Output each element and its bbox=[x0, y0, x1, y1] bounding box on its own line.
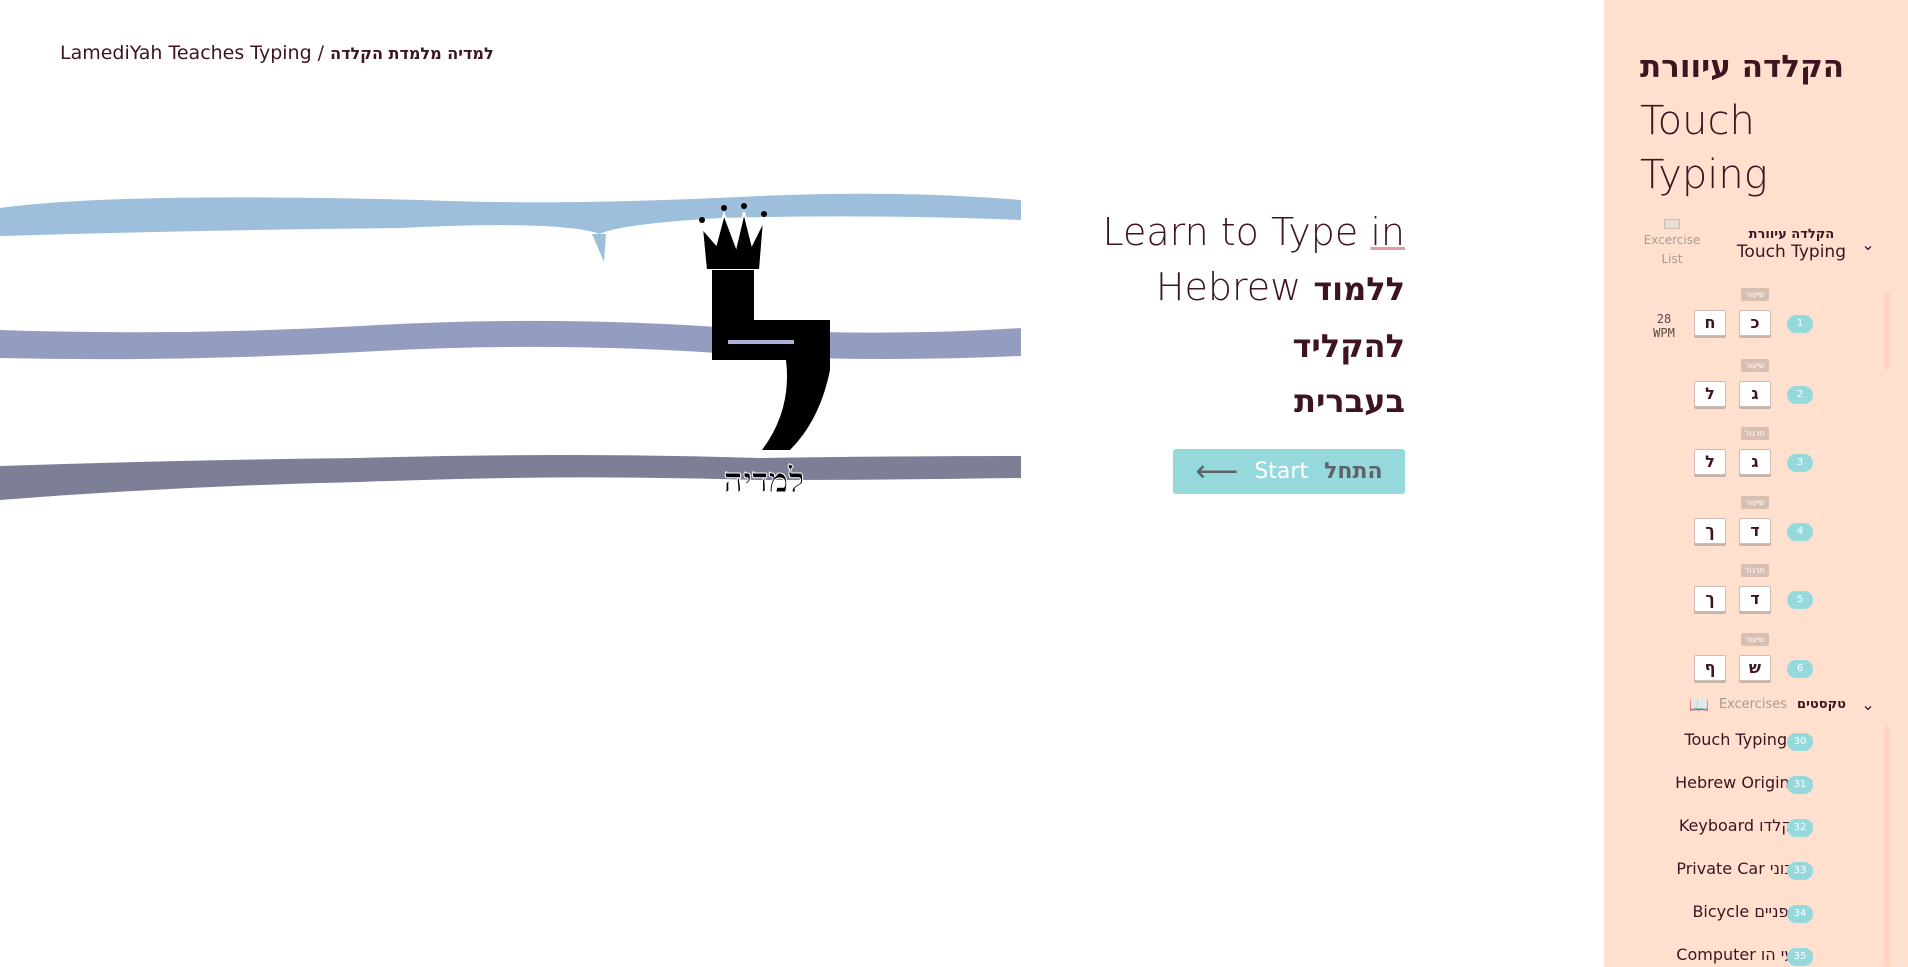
text-item[interactable]: Bicycle האופניים 34 bbox=[1640, 898, 1870, 928]
keycap: ל bbox=[1694, 381, 1726, 407]
exercise-list-label: Excercise bbox=[1643, 233, 1701, 247]
headline-line-1: Learn to Type in bbox=[1102, 210, 1405, 254]
hero-headline: Learn to Type in Hebrew ללמוד להקליד בעב… bbox=[1060, 205, 1405, 429]
logo-wordmark: למדיה bbox=[724, 461, 805, 501]
sidebar-title: הקלדה עיוורת Touch Typing bbox=[1640, 40, 1888, 202]
text-item-number: 32 bbox=[1787, 819, 1813, 837]
exercise-scrollbar[interactable] bbox=[1884, 292, 1890, 370]
exercise-kind-badge: שיעור bbox=[1741, 633, 1769, 646]
exercise-kind-badge: תרגול bbox=[1741, 427, 1769, 440]
exercise-number: 2 bbox=[1787, 386, 1813, 404]
exercise-list-toggle[interactable]: Excercise List bbox=[1640, 219, 1704, 269]
start-button[interactable]: ⟵ Start התחל bbox=[1173, 449, 1405, 494]
wave-top-drip bbox=[592, 234, 606, 262]
text-item-number: 34 bbox=[1787, 905, 1813, 923]
keycap: ג bbox=[1739, 381, 1771, 407]
hero-illustration: למדיה bbox=[0, 193, 1021, 502]
keycap: ף bbox=[1694, 655, 1726, 681]
keycap: ד bbox=[1739, 586, 1771, 612]
keycap: ך bbox=[1694, 518, 1726, 544]
exercise-row[interactable]: שיעור ל ג 2 bbox=[1640, 359, 1870, 419]
chevron-down-icon[interactable]: ⌄ bbox=[1856, 695, 1880, 714]
sidebar-title-english-2: Typing bbox=[1640, 152, 1768, 198]
text-item[interactable]: Hebrew Origins מ 31 bbox=[1640, 769, 1870, 799]
exercise-list: שיעור 28 WPM ח כ 1 שיעור ל ג 2 תרגול ל ג … bbox=[1640, 286, 1890, 686]
exercise-kind-badge: שיעור bbox=[1741, 288, 1769, 301]
texts-section-header[interactable]: 📖 Excercises טקסטים ⌄ bbox=[1640, 692, 1880, 716]
texts-scrollbar[interactable] bbox=[1884, 726, 1890, 967]
exercise-row[interactable]: שיעור ך ד 4 bbox=[1640, 496, 1870, 556]
exercise-row[interactable]: שיעור 28 WPM ח כ 1 bbox=[1640, 288, 1870, 348]
keyboard-icon bbox=[1664, 219, 1680, 229]
section-title-hebrew: הקלדה עיוורת bbox=[1748, 226, 1835, 242]
texts-section-hebrew: טקסטים bbox=[1797, 696, 1846, 712]
start-label-hebrew: התחל bbox=[1324, 459, 1383, 484]
text-item-number: 33 bbox=[1787, 862, 1813, 880]
touch-typing-section-header[interactable]: Excercise List הקלדה עיוורת Touch Typing… bbox=[1640, 214, 1880, 274]
text-item-number: 35 bbox=[1787, 948, 1813, 966]
exercise-number: 5 bbox=[1787, 591, 1813, 609]
chevron-down-icon[interactable]: ⌄ bbox=[1856, 235, 1880, 254]
text-item[interactable]: Private Car המכוני 33 bbox=[1640, 855, 1870, 885]
wave-bottom bbox=[0, 455, 1021, 500]
keycap: ך bbox=[1694, 586, 1726, 612]
start-label-english: Start bbox=[1254, 459, 1309, 484]
text-item-number: 30 bbox=[1787, 733, 1813, 751]
texts-list: Touch Typing הק 30 Hebrew Origins מ 31 K… bbox=[1640, 726, 1890, 967]
brand-hebrew: למדיה מלמדת הקלדה bbox=[330, 44, 494, 63]
sidebar: הקלדה עיוורת Touch Typing Excercise List… bbox=[1604, 0, 1908, 967]
lamed-letter-mark bbox=[712, 270, 830, 450]
section-title: הקלדה עיוורת Touch Typing bbox=[1737, 227, 1846, 262]
exercise-list-label-2: List bbox=[1661, 252, 1683, 266]
keycap: כ bbox=[1739, 310, 1771, 336]
text-item[interactable]: Computer מדעי הו 35 bbox=[1640, 941, 1870, 967]
wpm-readout: 28 WPM bbox=[1653, 312, 1675, 340]
sidebar-title-hebrew: הקלדה עיוורת bbox=[1640, 49, 1845, 85]
keycap: ש bbox=[1739, 655, 1771, 681]
exercise-kind-badge: שיעור bbox=[1741, 496, 1769, 509]
exercise-number: 1 bbox=[1787, 315, 1813, 333]
exercise-row[interactable]: שיעור ף ש 6 bbox=[1640, 633, 1870, 693]
exercise-number: 4 bbox=[1787, 523, 1813, 541]
keycap: ח bbox=[1694, 310, 1726, 336]
text-item-number: 31 bbox=[1787, 776, 1813, 794]
keycap: ד bbox=[1739, 518, 1771, 544]
headline-line-3: בעברית bbox=[1294, 382, 1405, 420]
arrow-left-icon: ⟵ bbox=[1195, 453, 1239, 489]
headline-line-2: Hebrew ללמוד להקליד bbox=[1155, 265, 1405, 365]
section-title-english: Touch Typing bbox=[1736, 241, 1846, 262]
keycap: ל bbox=[1694, 449, 1726, 475]
brand-english: LamediYah Teaches Typing / bbox=[60, 42, 325, 64]
keycap: ג bbox=[1739, 449, 1771, 475]
site-brand[interactable]: LamediYah Teaches Typing / למדיה מלמדת ה… bbox=[60, 42, 494, 64]
exercise-kind-badge: תרגול bbox=[1741, 564, 1769, 577]
wave-top bbox=[0, 193, 1021, 236]
texts-section-english: Excercises bbox=[1718, 696, 1788, 712]
text-item[interactable]: Touch Typing הק 30 bbox=[1640, 726, 1870, 756]
book-icon: 📖 bbox=[1688, 694, 1709, 714]
exercise-row[interactable]: תרגול ל ג 3 bbox=[1640, 427, 1870, 487]
exercise-number: 3 bbox=[1787, 454, 1813, 472]
exercise-number: 6 bbox=[1787, 660, 1813, 678]
lamed-highlight bbox=[728, 340, 794, 344]
text-item[interactable]: Keyboard המקלדו 32 bbox=[1640, 812, 1870, 842]
exercise-row[interactable]: תרגול ך ד 5 bbox=[1640, 564, 1870, 624]
sidebar-title-english-1: Touch bbox=[1640, 98, 1755, 144]
wave-middle bbox=[0, 320, 1021, 360]
exercise-kind-badge: שיעור bbox=[1741, 359, 1769, 372]
